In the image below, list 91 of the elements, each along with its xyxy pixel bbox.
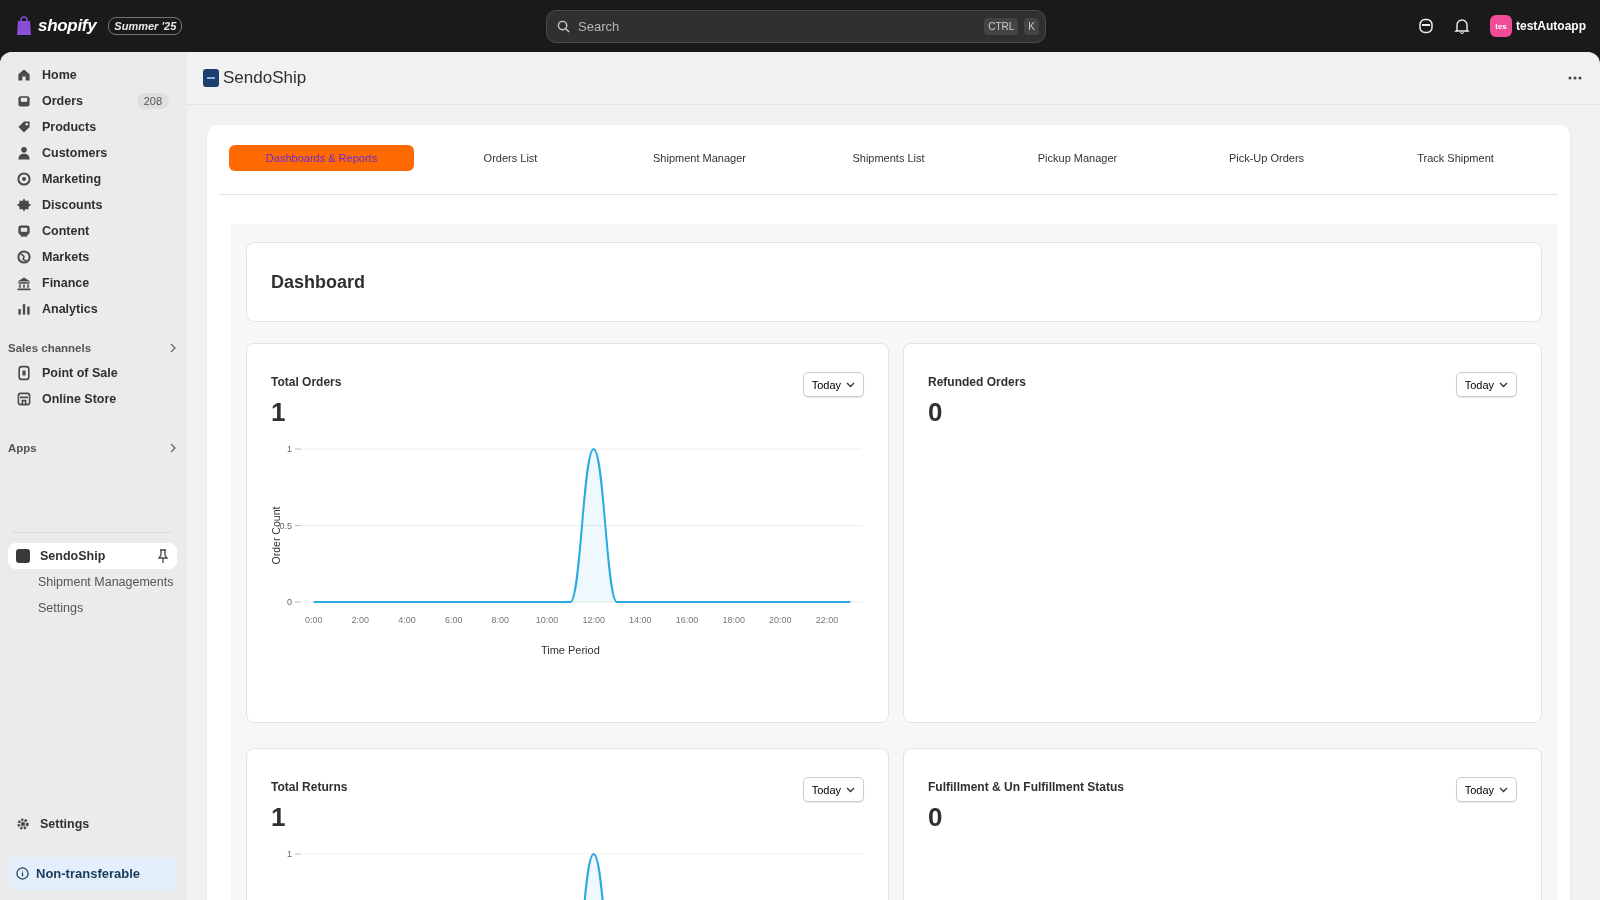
search-field[interactable]: Search CTRL K — [546, 9, 1046, 43]
axis-tick-label: 0 — [287, 597, 292, 607]
section-heading: Sales channels — [8, 342, 92, 354]
discount-icon — [16, 197, 32, 213]
sidebar-item[interactable]: Products — [8, 114, 177, 140]
count-badge: 208 — [136, 93, 169, 109]
shopping-bag-icon — [16, 16, 32, 36]
bank-icon — [16, 275, 32, 291]
stat-value: 0 — [928, 802, 943, 833]
edition-badge: Summer '25 — [108, 17, 183, 35]
target-icon — [16, 171, 32, 187]
sidebar-item[interactable]: Customers — [8, 140, 177, 166]
sidebar-item[interactable]: Home — [8, 62, 177, 88]
period-dropdown[interactable]: Today — [802, 777, 864, 802]
period-dropdown[interactable]: Today — [802, 372, 864, 397]
axis-tick-label: 4:00 — [398, 615, 416, 625]
axis-tick-label: 16:00 — [675, 615, 699, 625]
axis-title: Time Period — [540, 644, 600, 656]
axis-tick-label: 1 — [287, 849, 292, 859]
gear-icon — [16, 817, 30, 831]
tab[interactable]: Shipments List — [796, 145, 981, 171]
axis-tick-label: 10:00 — [535, 615, 559, 625]
bell-icon[interactable] — [1454, 18, 1470, 34]
sidebar-item[interactable]: Content — [8, 218, 177, 244]
search-input[interactable]: Search — [576, 17, 979, 35]
axis-tick-label: 2:00 — [351, 615, 370, 625]
sidebar-item[interactable]: Analytics — [8, 296, 177, 322]
chevron-right-icon[interactable] — [170, 443, 177, 453]
tab[interactable]: Pick-Up Orders — [1174, 145, 1359, 171]
app-icon — [203, 69, 219, 87]
chevron-down-icon — [1499, 786, 1508, 793]
axis-tick-label: 0:00 — [304, 615, 323, 625]
chevron-down-icon — [846, 381, 855, 388]
store-icon — [16, 391, 32, 407]
chevron-right-icon[interactable] — [170, 343, 177, 353]
bar-chart-icon — [16, 301, 32, 317]
globe-icon — [16, 249, 32, 265]
tab[interactable]: Shipment Manager — [607, 145, 792, 171]
card-title: Total Returns — [271, 780, 348, 794]
period-dropdown[interactable]: Today — [1455, 777, 1517, 802]
axis-tick-label: 0.5 — [279, 520, 292, 531]
sidebar-subitem[interactable]: Settings — [8, 595, 177, 621]
card-title: Fulfillment & Un Fulfillment Status — [928, 780, 1124, 794]
chevron-down-icon — [1499, 381, 1508, 388]
section-heading: Apps — [8, 442, 37, 454]
sidebar-item[interactable]: Settings — [8, 811, 177, 837]
tag-icon — [16, 119, 32, 135]
axis-tick-label: 20:00 — [769, 615, 792, 625]
axis-tick-label: 8:00 — [491, 615, 510, 625]
sidebar-item[interactable]: Markets — [8, 244, 177, 270]
sidebar-item[interactable]: Finance — [8, 270, 177, 296]
info-icon — [16, 867, 29, 880]
tab[interactable]: Pickup Manager — [985, 145, 1170, 171]
sidebar-item[interactable]: Marketing — [8, 166, 177, 192]
tab[interactable]: Orders List — [418, 145, 603, 171]
dashboard-title: Dashboard — [271, 271, 366, 293]
sidebar-subitem[interactable]: Shipment Managements — [8, 569, 177, 595]
sidebar-item[interactable]: SendoShip — [8, 543, 177, 569]
stat-value: 0 — [928, 397, 943, 428]
more-actions-icon[interactable] — [1568, 76, 1582, 80]
pin-icon[interactable] — [157, 549, 169, 563]
sidebar-item[interactable]: Discounts — [8, 192, 177, 218]
period-dropdown[interactable]: Today — [1455, 372, 1517, 397]
brand-logo: shopify — [38, 16, 97, 36]
stat-value: 1 — [271, 802, 286, 833]
stat-value: 1 — [271, 397, 286, 428]
search-icon — [557, 19, 570, 33]
sidebar-item[interactable]: Online Store — [8, 386, 177, 412]
sidebar-item[interactable]: Orders 208 — [8, 88, 177, 114]
axis-tick-label: 12:00 — [582, 615, 605, 625]
app-icon — [16, 549, 30, 563]
axis-tick-label: 22:00 — [815, 615, 839, 625]
card-title: Refunded Orders — [928, 375, 1026, 389]
home-icon — [16, 67, 32, 83]
notice-text: Non-transferable — [36, 866, 141, 881]
user-name[interactable]: testAutoapp — [1516, 19, 1586, 33]
image-icon — [16, 223, 32, 239]
axis-tick-label: 6:00 — [444, 615, 463, 625]
axis-tick-label: 1 — [287, 444, 292, 454]
page-title: SendoShip — [223, 68, 307, 88]
axis-tick-label: 14:00 — [629, 615, 652, 625]
sidebar-item[interactable]: Point of Sale — [8, 360, 177, 386]
shortcut-key: CTRL — [984, 17, 1019, 35]
inbox-icon — [16, 93, 32, 109]
card-title: Total Orders — [271, 375, 342, 389]
shortcut-key: K — [1024, 17, 1039, 35]
person-icon — [16, 145, 32, 161]
tab[interactable]: Track Shipment — [1363, 145, 1548, 171]
axis-tick-label: 18:00 — [722, 615, 745, 625]
chevron-down-icon — [846, 786, 855, 793]
device-icon — [16, 365, 32, 381]
